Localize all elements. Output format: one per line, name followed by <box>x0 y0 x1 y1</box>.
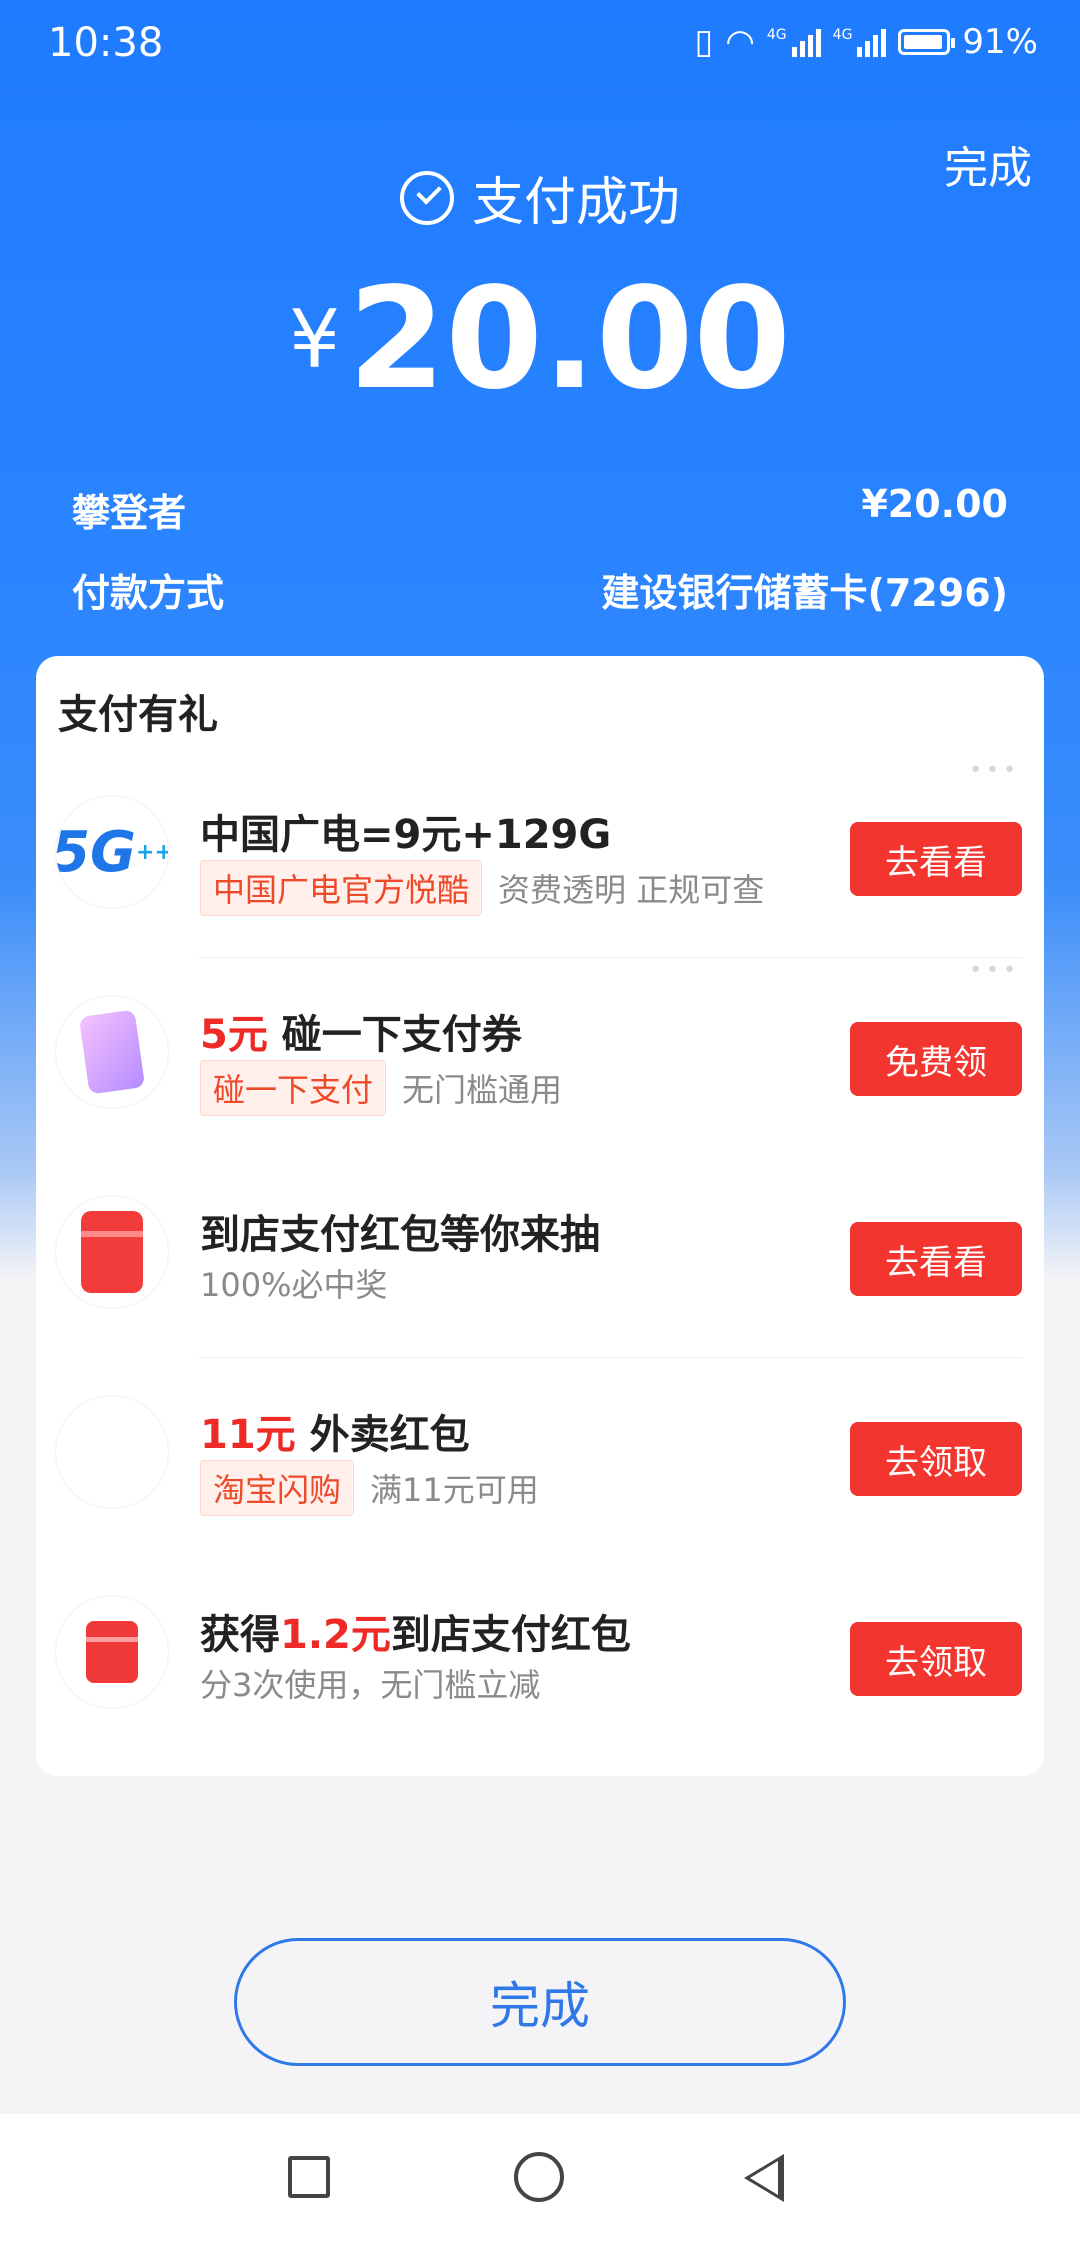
reward-title: 到店支付红包等你来抽 <box>200 1212 600 1258</box>
status-time: 10:38 <box>48 20 164 66</box>
amount-value: 20.00 <box>348 258 791 421</box>
reward-action-button[interactable]: 去领取 <box>850 1622 1022 1696</box>
home-icon[interactable] <box>514 2152 564 2202</box>
detail-value: ¥20.00 <box>861 482 1008 526</box>
detail-row-payment-method: 付款方式 建设银行储蓄卡(7296) <box>72 562 1008 617</box>
battery-icon <box>898 29 956 55</box>
reward-tag: 碰一下支付 <box>200 1060 387 1116</box>
payment-success-banner: 支付成功 <box>0 160 1080 235</box>
reward-title: 5元 碰一下支付券 <box>200 1012 522 1058</box>
status-bar: 10:38 ▯ ◠ 4G 4G 91% <box>0 0 1080 90</box>
shangou-icon: 闪购 <box>56 1396 168 1508</box>
reward-title: 11元 外卖红包 <box>200 1412 470 1458</box>
success-text: 支付成功 <box>471 173 680 233</box>
card-icon <box>56 996 168 1108</box>
red-packet-icon <box>56 1196 168 1308</box>
reward-item-tap-pay-coupon[interactable]: ••• 5元 碰一下支付券 碰一下支付 无门槛通用 免费领 <box>36 958 1044 1158</box>
reward-subtitle: 中国广电官方悦酷 资费透明 正规可查 <box>200 860 764 916</box>
detail-row-payee: 攀登者 ¥20.00 <box>72 482 1008 537</box>
5g-icon: 5G++ <box>56 796 168 908</box>
reward-title: 中国广电=9元+129G <box>200 812 612 858</box>
status-icons: ▯ ◠ 4G 4G 91% <box>695 22 1039 62</box>
rewards-card: 支付有礼 ••• 5G++ 中国广电=9元+129G 中国广电官方悦酷 资费透明… <box>36 656 1044 1776</box>
signal-icon-2: 4G <box>833 27 887 57</box>
reward-subtitle: 碰一下支付 无门槛通用 <box>200 1060 562 1116</box>
currency-symbol: ¥ <box>289 293 341 386</box>
reward-action-button[interactable]: 去看看 <box>850 1222 1022 1296</box>
reward-tag: 淘宝闪购 <box>200 1460 355 1516</box>
more-dots-icon[interactable]: ••• <box>969 958 1020 983</box>
system-nav-bar <box>0 2114 1080 2244</box>
recents-icon[interactable] <box>288 2156 330 2198</box>
reward-action-button[interactable]: 去领取 <box>850 1422 1022 1496</box>
wifi-icon: ◠ <box>725 22 755 62</box>
reward-subtitle: 淘宝闪购 满11元可用 <box>200 1460 539 1516</box>
reward-item-takeout-red-packet[interactable]: 闪购 11元 外卖红包 淘宝闪购 满11元可用 去领取 <box>36 1358 1044 1558</box>
detail-label: 付款方式 <box>72 571 225 615</box>
signal-icon-1: 4G <box>767 27 821 57</box>
reward-subtitle: 分3次使用，无门槛立减 <box>200 1660 540 1706</box>
check-circle-icon <box>399 170 454 225</box>
reward-action-button[interactable]: 免费领 <box>850 1022 1022 1096</box>
reward-item-instore-red-packet[interactable]: 到店支付红包等你来抽 100%必中奖 去看看 <box>36 1158 1044 1358</box>
rewards-title: 支付有礼 <box>58 692 218 738</box>
reward-desc: 无门槛通用 <box>402 1071 563 1109</box>
vibrate-icon: ▯ <box>694 22 714 62</box>
battery-percent: 91% <box>962 22 1038 62</box>
small-red-packet-icon <box>56 1596 168 1708</box>
detail-label: 攀登者 <box>72 491 187 535</box>
reward-desc: 满11元可用 <box>370 1471 539 1509</box>
detail-value: 建设银行储蓄卡(7296) <box>601 571 1009 615</box>
payment-amount: ¥20.00 <box>0 258 1080 421</box>
back-icon[interactable] <box>744 2154 784 2202</box>
reward-subtitle: 100%必中奖 <box>200 1260 388 1306</box>
reward-item-instore-cash-red-packet[interactable]: 获得1.2元到店支付红包 分3次使用，无门槛立减 去领取 <box>36 1558 1044 1758</box>
reward-desc: 100%必中奖 <box>200 1266 388 1304</box>
reward-action-button[interactable]: 去看看 <box>850 822 1022 896</box>
reward-desc: 分3次使用，无门槛立减 <box>200 1666 541 1704</box>
reward-desc: 资费透明 正规可查 <box>498 871 765 909</box>
reward-item-broadband[interactable]: ••• 5G++ 中国广电=9元+129G 中国广电官方悦酷 资费透明 正规可查… <box>36 758 1044 958</box>
bottom-done-button[interactable]: 完成 <box>234 1938 846 2066</box>
reward-title: 获得1.2元到店支付红包 <box>200 1612 631 1658</box>
more-dots-icon[interactable]: ••• <box>969 758 1020 783</box>
reward-tag: 中国广电官方悦酷 <box>200 860 483 916</box>
